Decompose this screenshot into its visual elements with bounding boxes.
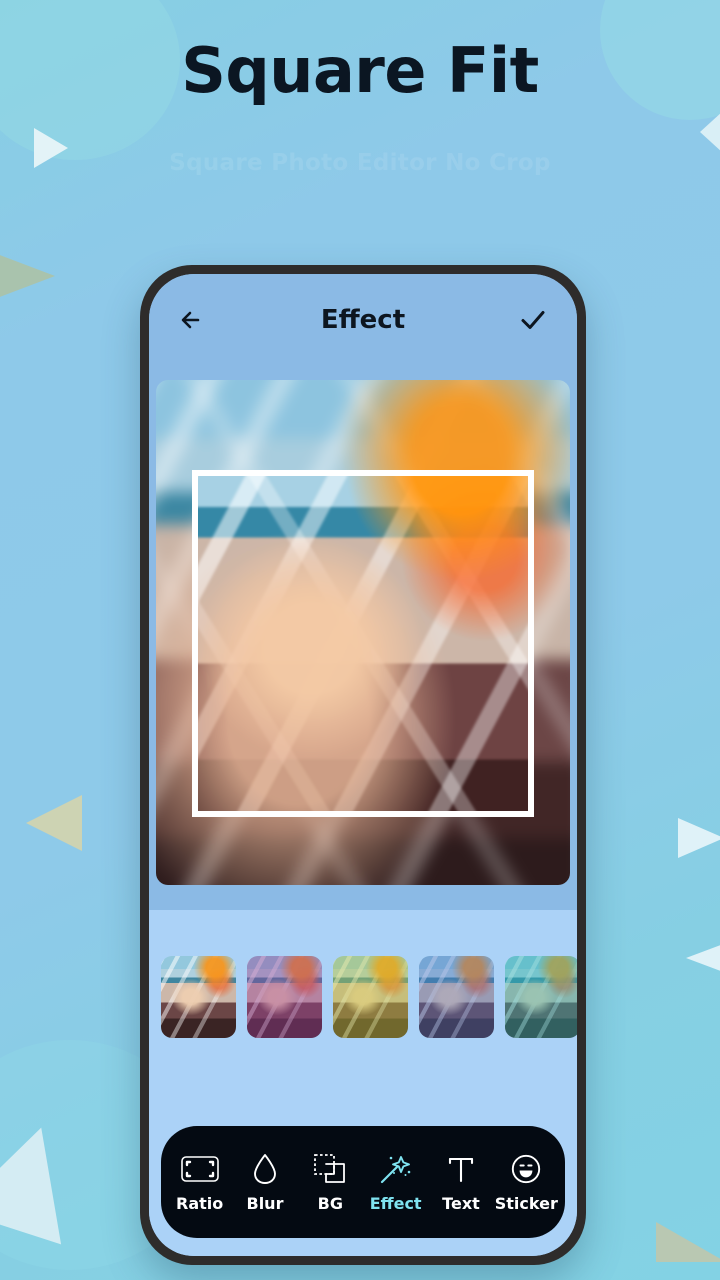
cropped-photo — [198, 476, 528, 811]
decorative-triangle — [686, 940, 720, 976]
filter-strip[interactable]: Ratio Blur BG Effect Text Sticker — [149, 910, 577, 1256]
tool-blur[interactable]: Blur — [232, 1152, 297, 1213]
tool-label: Blur — [246, 1193, 284, 1213]
text-icon — [446, 1152, 476, 1186]
filter-tint-overlay — [419, 956, 494, 1038]
page-title: Square Fit — [181, 34, 539, 107]
done-button[interactable] — [511, 298, 555, 342]
filter-tint-overlay — [247, 956, 322, 1038]
tool-text[interactable]: Text — [428, 1152, 493, 1213]
tool-ratio[interactable]: Ratio — [167, 1152, 232, 1213]
decorative-triangle — [656, 1222, 720, 1262]
tool-label: Sticker — [494, 1193, 558, 1213]
filter-list — [161, 956, 577, 1038]
sticker-icon — [510, 1152, 542, 1186]
app-header-title: Effect — [320, 305, 406, 335]
tool-bg[interactable]: BG — [298, 1152, 363, 1213]
filter-thumbnail[interactable] — [505, 956, 577, 1038]
tool-label: Text — [442, 1193, 480, 1213]
tool-label: Ratio — [176, 1193, 224, 1213]
bottom-toolbar: Ratio Blur BG Effect Text Sticker — [161, 1126, 565, 1238]
background-icon — [313, 1152, 347, 1186]
arrow-left-icon — [177, 304, 209, 336]
decorative-triangle — [0, 1110, 94, 1245]
tool-sticker[interactable]: Sticker — [494, 1152, 559, 1213]
filter-tint-overlay — [333, 956, 408, 1038]
tool-label: BG — [317, 1193, 343, 1213]
check-icon — [517, 304, 549, 336]
ratio-icon — [180, 1152, 220, 1186]
back-button[interactable] — [171, 298, 215, 342]
blur-icon — [252, 1152, 278, 1186]
decorative-triangle — [0, 240, 55, 312]
page-subtitle: Square Photo Editor No Crop — [169, 150, 551, 176]
phone-mockup: Effect Ratio Blur BG Effect Text Sticker — [140, 265, 586, 1265]
filter-thumbnail[interactable] — [333, 956, 408, 1038]
filter-tint-overlay — [161, 956, 236, 1038]
screenshot-stage: Square Fit Square Photo Editor No Crop E… — [0, 0, 720, 1280]
filter-thumbnail[interactable] — [419, 956, 494, 1038]
decorative-triangle — [26, 795, 82, 851]
editor-area — [149, 366, 577, 910]
phone-screen: Effect Ratio Blur BG Effect Text Sticker — [149, 274, 577, 1256]
photo-canvas[interactable] — [156, 380, 570, 885]
tool-effect[interactable]: Effect — [363, 1152, 428, 1213]
magic-wand-icon — [379, 1152, 413, 1186]
tool-label: Effect — [369, 1193, 422, 1213]
decorative-triangle — [678, 818, 720, 858]
square-crop-frame[interactable] — [192, 470, 534, 817]
filter-thumbnail[interactable] — [247, 956, 322, 1038]
filter-thumbnail[interactable] — [161, 956, 236, 1038]
app-header: Effect — [149, 274, 577, 366]
filter-tint-overlay — [505, 956, 577, 1038]
